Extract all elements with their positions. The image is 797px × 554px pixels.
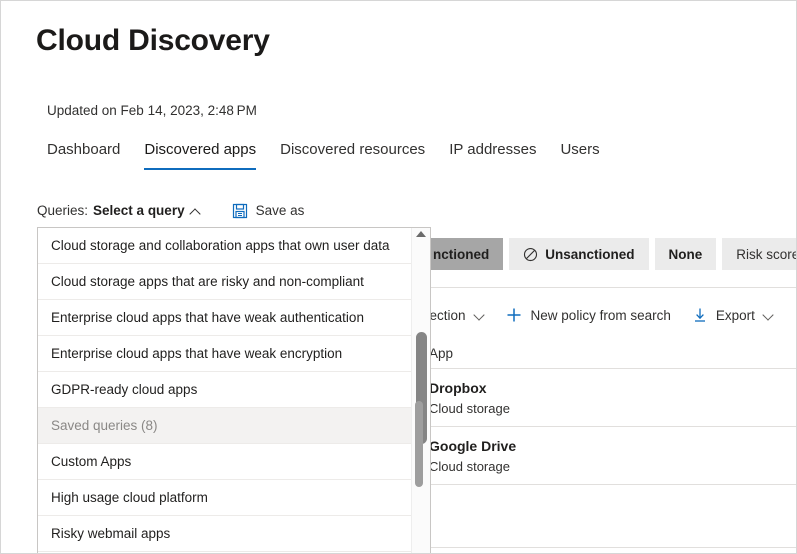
prohibition-icon	[524, 247, 538, 261]
query-group-saved-queries: Saved queries (8)	[38, 408, 411, 444]
save-as-button[interactable]: Save as	[232, 201, 305, 221]
query-dropdown-scrollbar[interactable]	[411, 228, 430, 553]
export-label: Export	[715, 307, 755, 323]
tab-users[interactable]: Users	[548, 139, 611, 170]
discovered-apps-table: App Dropbox Cloud storage Google Drive C…	[419, 339, 796, 548]
filter-chip-none[interactable]: None	[654, 238, 717, 270]
tab-ip-addresses[interactable]: IP addresses	[437, 139, 548, 170]
filter-chip-sanctioned[interactable]: nctioned	[419, 238, 504, 270]
filter-divider	[419, 287, 796, 288]
download-icon	[694, 308, 705, 322]
cloud-discovery-page: Cloud Discovery Updated on Feb 14, 2023,…	[0, 0, 797, 554]
save-floppy-icon	[232, 203, 247, 219]
risk-score-filter[interactable]: Risk score: 3	[722, 238, 797, 270]
chevron-down-icon	[474, 310, 484, 320]
save-as-label: Save as	[255, 203, 305, 218]
query-option-weak-authentication[interactable]: Enterprise cloud apps that have weak aut…	[38, 300, 411, 336]
tab-discovered-apps[interactable]: Discovered apps	[132, 139, 268, 170]
app-category: Cloud storage	[429, 458, 510, 474]
filter-chip-bar: nctioned Unsanctioned None Risk score: 3	[419, 238, 797, 270]
query-option-risky-webmail-apps[interactable]: Risky webmail apps	[38, 516, 411, 552]
query-selected-value: Select a query	[93, 203, 185, 218]
query-dropdown-list: Cloud storage and collaboration apps tha…	[38, 228, 411, 553]
new-policy-from-search-button[interactable]: New policy from search	[506, 307, 671, 323]
panel-scrollbar-thumb[interactable]	[415, 401, 423, 487]
query-dropdown: Cloud storage and collaboration apps tha…	[37, 227, 431, 553]
query-option-high-usage-cloud-platform[interactable]: High usage cloud platform	[38, 480, 411, 516]
queries-row: Queries: Select a query Save as	[37, 201, 304, 221]
filter-chip-sanctioned-label: nctioned	[433, 246, 490, 262]
query-option-cloud-storage-collaboration[interactable]: Cloud storage and collaboration apps tha…	[38, 228, 411, 264]
filter-chip-unsanctioned[interactable]: Unsanctioned	[509, 238, 649, 270]
plus-icon	[507, 308, 521, 322]
query-option-gdpr-ready[interactable]: GDPR-ready cloud apps	[38, 372, 411, 408]
last-updated-text: Updated on Feb 14, 2023, 2:48 PM	[47, 103, 257, 118]
risk-score-label: Risk score:	[736, 246, 797, 262]
new-policy-label: New policy from search	[530, 307, 671, 323]
app-category: Cloud storage	[429, 400, 510, 416]
chevron-down-icon	[763, 310, 773, 320]
table-row[interactable]: Dropbox Cloud storage	[419, 369, 796, 427]
query-selector[interactable]: Select a query	[93, 201, 200, 221]
scroll-up-arrow-icon[interactable]	[416, 231, 426, 237]
main-tabs: Dashboard Discovered apps Discovered res…	[47, 139, 612, 170]
query-option-custom-apps[interactable]: Custom Apps	[38, 444, 411, 480]
tab-dashboard[interactable]: Dashboard	[47, 139, 132, 170]
table-header-row: App	[419, 339, 796, 369]
chevron-up-icon	[191, 207, 200, 216]
app-name: Dropbox	[429, 379, 487, 396]
export-button[interactable]: Export	[693, 307, 773, 323]
queries-label: Queries:	[37, 203, 89, 218]
filter-chip-none-label: None	[668, 246, 703, 262]
app-name: Google Drive	[429, 437, 517, 454]
table-empty-area	[419, 485, 796, 548]
table-row[interactable]: Google Drive Cloud storage	[419, 427, 796, 485]
tab-discovered-resources[interactable]: Discovered resources	[268, 139, 437, 170]
filter-chip-unsanctioned-label: Unsanctioned	[545, 246, 635, 262]
discovered-apps-panel: nctioned Unsanctioned None Risk score: 3…	[419, 227, 797, 553]
apps-toolbar: election New policy from search Export	[419, 302, 773, 328]
query-option-cloud-storage-risky[interactable]: Cloud storage apps that are risky and no…	[38, 264, 411, 300]
query-option-weak-encryption[interactable]: Enterprise cloud apps that have weak enc…	[38, 336, 411, 372]
page-title: Cloud Discovery	[36, 24, 270, 57]
